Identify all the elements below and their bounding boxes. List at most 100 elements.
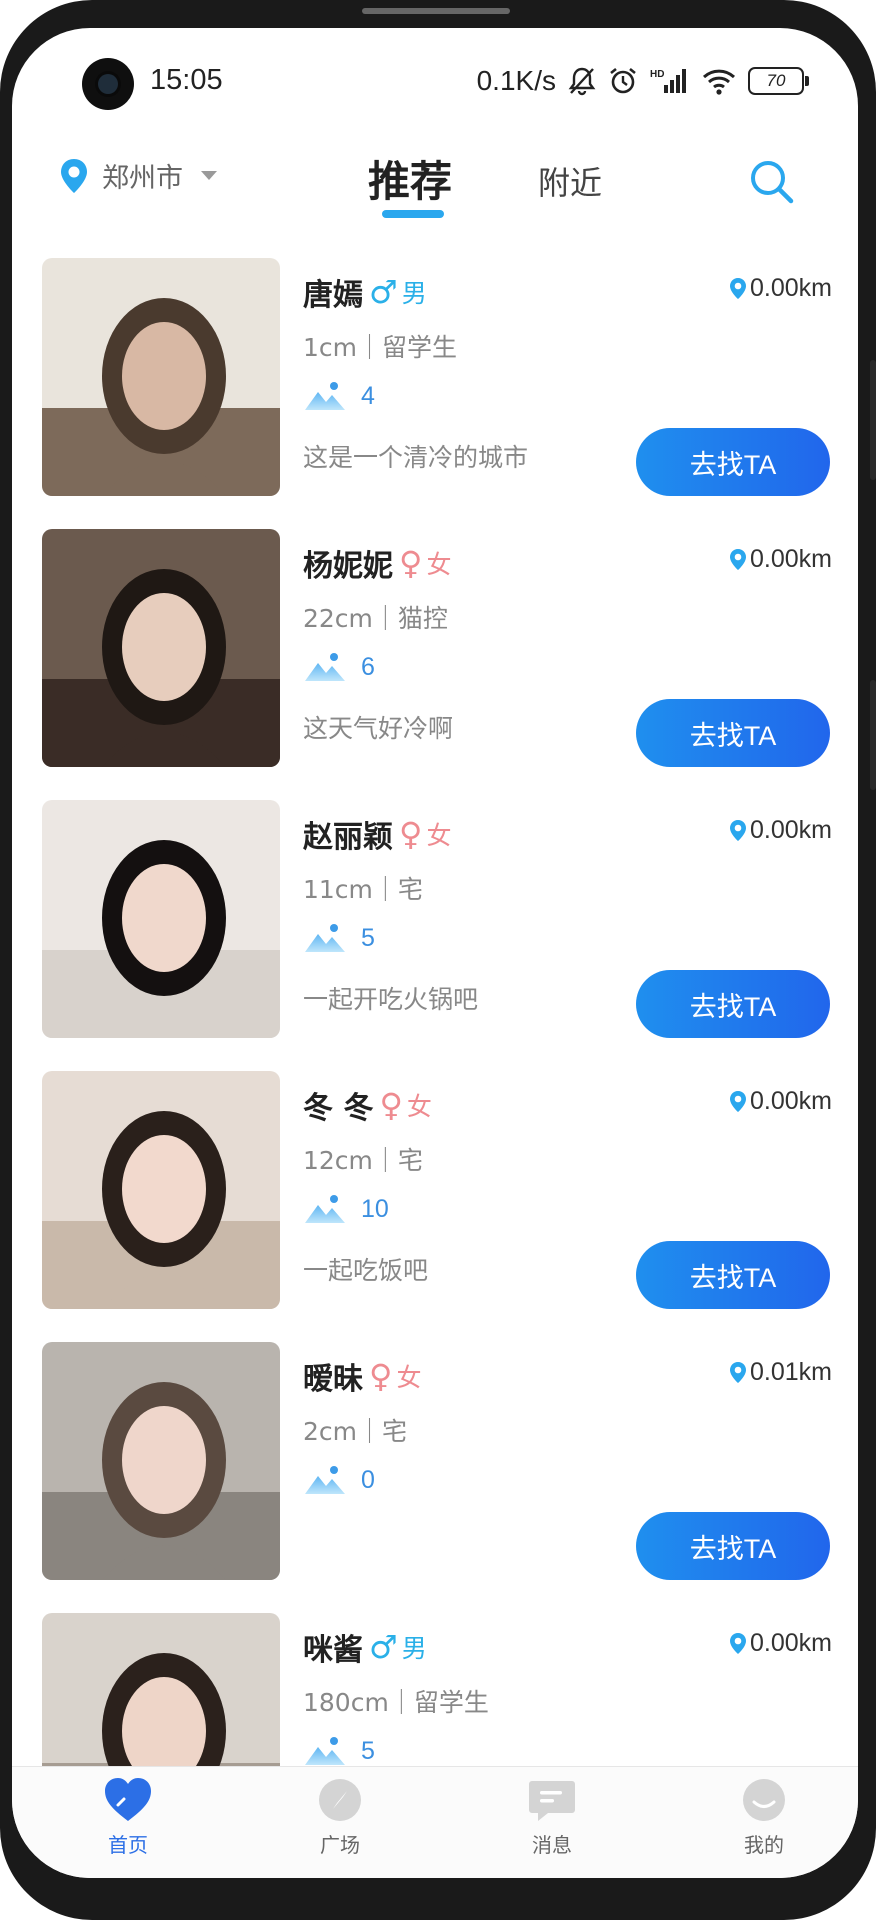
svg-text:HD: HD xyxy=(650,69,664,80)
location-pin-icon xyxy=(730,1361,747,1383)
find-ta-button[interactable]: 去找TA xyxy=(636,428,830,496)
user-photo[interactable] xyxy=(42,1613,280,1770)
tab-recommend[interactable]: 推荐 xyxy=(368,148,452,209)
user-list[interactable]: 唐嫣 ♂ 男 0.00km 1cm｜留学生 4 这是一个清冷的城市 去找TA 杨… xyxy=(12,230,858,1770)
photo-count-value: 4 xyxy=(361,381,375,410)
user-card[interactable]: 暧昧 ♀ 女 0.01km 2cm｜宅 0 去找TA xyxy=(12,1342,858,1582)
user-card[interactable]: 唐嫣 ♂ 男 0.00km 1cm｜留学生 4 这是一个清冷的城市 去找TA xyxy=(12,258,858,498)
distance-value: 0.00km xyxy=(750,274,832,302)
gender-badge: ♀ 女 xyxy=(379,1086,431,1124)
nav-label: 首页 xyxy=(108,1833,148,1857)
user-photo[interactable] xyxy=(42,258,280,496)
photo-album-icon xyxy=(305,1737,345,1765)
user-photo[interactable] xyxy=(42,1342,280,1580)
chevron-down-icon xyxy=(201,171,217,180)
user-card[interactable]: 咪酱 ♂ 男 0.00km 180cm｜留学生 5 xyxy=(12,1613,858,1770)
gender-label: 男 xyxy=(401,1634,427,1663)
distance: 0.00km xyxy=(728,1629,832,1658)
user-name-row: 杨妮妮 ♀ 女 xyxy=(303,541,451,585)
location-pin-icon xyxy=(730,548,747,570)
distance-value: 0.00km xyxy=(750,545,832,573)
status-bar: 15:05 0.1K/s HD 70 xyxy=(12,28,858,138)
status-icons: 0.1K/s HD 70 xyxy=(477,64,809,98)
find-ta-button[interactable]: 去找TA xyxy=(636,1241,830,1309)
nav-label: 我的 xyxy=(744,1833,784,1857)
photo-count-value: 0 xyxy=(361,1465,375,1494)
nav-mine[interactable]: 我的 xyxy=(704,1775,824,1871)
photo-album-icon xyxy=(305,924,345,952)
user-name-row: 赵丽颖 ♀ 女 xyxy=(303,812,451,856)
male-symbol-icon: ♂ xyxy=(369,1628,398,1666)
nav-square[interactable]: 广场 xyxy=(280,1775,400,1871)
find-ta-button[interactable]: 去找TA xyxy=(636,1512,830,1580)
location-pin-icon xyxy=(730,819,747,841)
user-photo[interactable] xyxy=(42,800,280,1038)
tab-nearby[interactable]: 附近 xyxy=(538,158,602,204)
user-bio: 一起吃饭吧 xyxy=(303,1256,429,1285)
compass-icon xyxy=(319,1779,361,1821)
gender-label: 男 xyxy=(401,279,427,308)
top-header: 郑州市 推荐 附近 xyxy=(12,138,858,230)
gender-label: 女 xyxy=(426,550,452,579)
user-name: 唐嫣 xyxy=(303,278,363,313)
portrait-image xyxy=(42,258,280,496)
gender-label: 女 xyxy=(426,821,452,850)
photo-album-icon xyxy=(305,1466,345,1494)
find-ta-button[interactable]: 去找TA xyxy=(636,699,830,767)
user-card[interactable]: 冬 冬 ♀ 女 0.00km 12cm｜宅 10 一起吃饭吧 去找TA xyxy=(12,1071,858,1311)
user-name: 咪酱 xyxy=(303,1633,363,1668)
photo-album-icon xyxy=(305,653,345,681)
message-icon xyxy=(529,1781,575,1821)
photo-count: 6 xyxy=(303,651,375,683)
gender-label: 女 xyxy=(406,1092,432,1121)
photo-album-icon xyxy=(305,1195,345,1223)
user-meta: 22cm｜猫控 xyxy=(303,604,448,633)
phone-frame: 15:05 0.1K/s HD 70 郑州市 推荐 附近 唐嫣 ♂ 男 0.00… xyxy=(0,0,876,1920)
user-card[interactable]: 赵丽颖 ♀ 女 0.00km 11cm｜宅 5 一起开吃火锅吧 去找TA xyxy=(12,800,858,1040)
user-photo[interactable] xyxy=(42,529,280,767)
distance: 0.00km xyxy=(728,1087,832,1116)
location-pin-icon xyxy=(730,1632,747,1654)
portrait-image xyxy=(42,800,280,1038)
battery-icon: 70 xyxy=(748,67,809,95)
nav-label: 广场 xyxy=(320,1833,360,1857)
user-name: 赵丽颖 xyxy=(303,820,393,855)
user-name-row: 暧昧 ♀ 女 xyxy=(303,1354,421,1398)
active-tab-indicator xyxy=(382,210,444,218)
search-icon[interactable] xyxy=(746,156,796,206)
user-meta: 180cm｜留学生 xyxy=(303,1688,489,1717)
user-name: 杨妮妮 xyxy=(303,549,393,584)
male-symbol-icon: ♂ xyxy=(369,273,398,311)
gender-label: 女 xyxy=(396,1363,422,1392)
app-screen: 15:05 0.1K/s HD 70 郑州市 推荐 附近 唐嫣 ♂ 男 0.00… xyxy=(12,28,858,1878)
location-pin-icon xyxy=(730,1090,747,1112)
distance: 0.00km xyxy=(728,545,832,574)
front-camera xyxy=(82,58,134,110)
gender-badge: ♀ 女 xyxy=(369,1357,421,1395)
female-symbol-icon: ♀ xyxy=(399,544,423,582)
hd-signal-icon: HD xyxy=(650,69,686,93)
photo-count: 10 xyxy=(303,1193,389,1225)
city-selector[interactable]: 郑州市 xyxy=(58,156,217,195)
nav-home[interactable]: 首页 xyxy=(68,1775,188,1871)
user-bio: 一起开吃火锅吧 xyxy=(303,985,479,1014)
side-button xyxy=(870,680,876,790)
female-symbol-icon: ♀ xyxy=(369,1357,393,1395)
bottom-nav: 首页 广场 消息 我的 xyxy=(12,1766,858,1878)
photo-count: 5 xyxy=(303,922,375,954)
distance-value: 0.00km xyxy=(750,1629,832,1657)
user-name-row: 冬 冬 ♀ 女 xyxy=(303,1083,432,1127)
nav-messages[interactable]: 消息 xyxy=(492,1775,612,1871)
bell-muted-icon xyxy=(568,67,596,96)
distance-value: 0.00km xyxy=(750,816,832,844)
user-card[interactable]: 杨妮妮 ♀ 女 0.00km 22cm｜猫控 6 这天气好冷啊 去找TA xyxy=(12,529,858,769)
distance-value: 0.01km xyxy=(750,1358,832,1386)
user-photo[interactable] xyxy=(42,1071,280,1309)
portrait-image xyxy=(42,1071,280,1309)
user-bio: 这是一个清冷的城市 xyxy=(303,443,529,472)
find-ta-button[interactable]: 去找TA xyxy=(636,970,830,1038)
photo-album-icon xyxy=(305,382,345,410)
heart-icon xyxy=(105,1778,151,1821)
photo-count: 5 xyxy=(303,1735,375,1767)
user-meta: 2cm｜宅 xyxy=(303,1417,408,1446)
